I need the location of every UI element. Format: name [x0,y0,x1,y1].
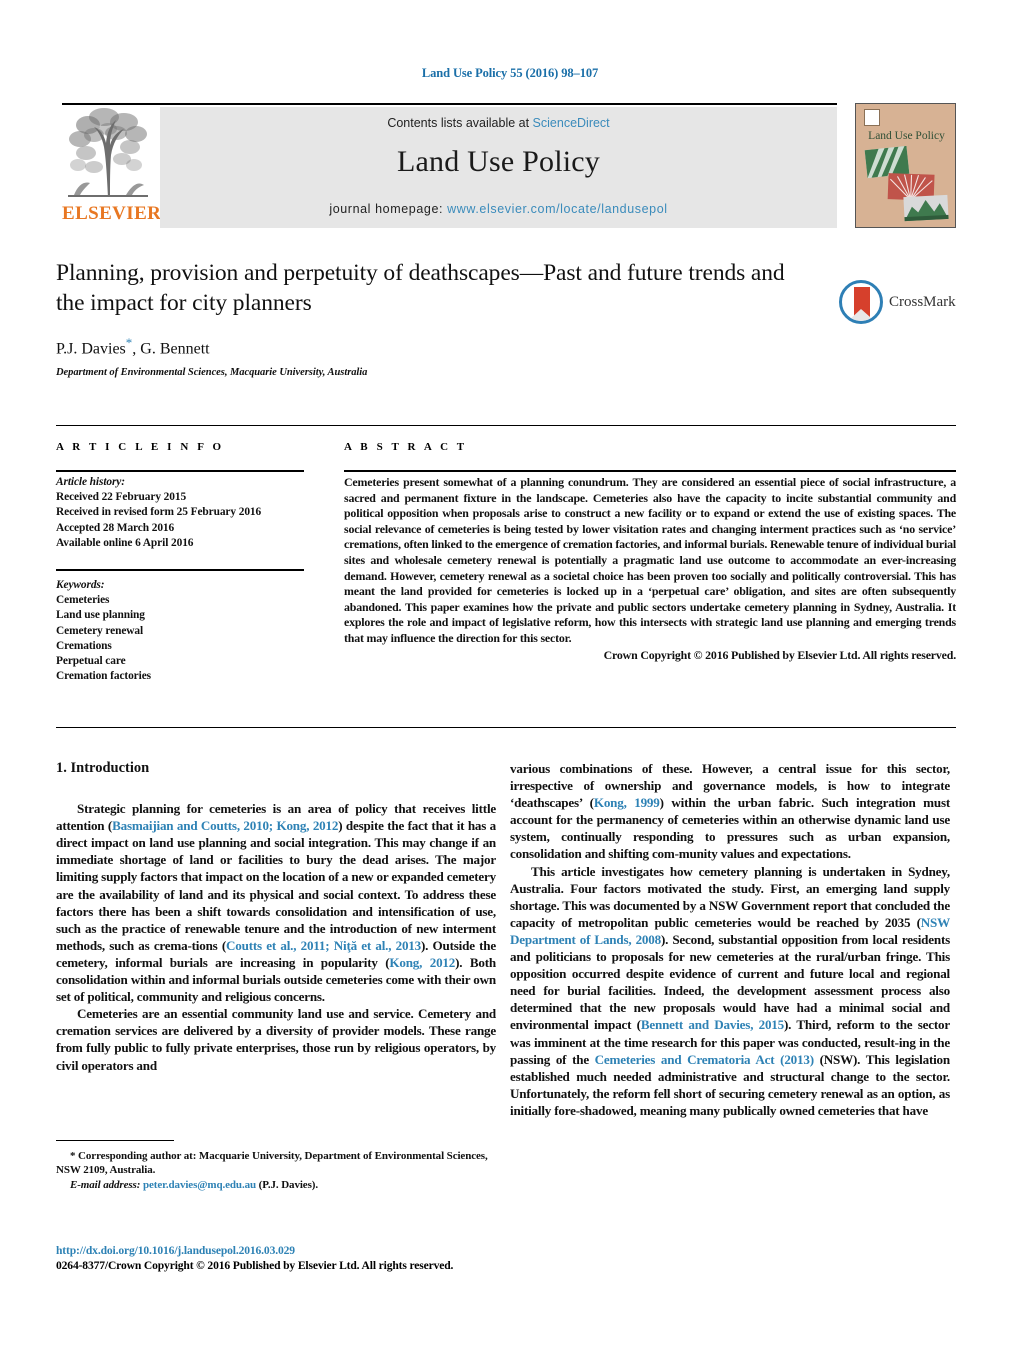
history-item: Received in revised form 25 February 201… [56,506,262,519]
body-column-left: 1. Introduction Strategic planning for c… [56,760,496,1074]
crossmark-badge[interactable]: CrossMark [839,280,957,330]
body-paragraph: Strategic planning for cemeteries is an … [56,800,496,1005]
keywords-label: Keywords: [56,579,105,592]
keyword-item: Land use planning [56,609,145,622]
citation-link[interactable]: Bennett and Davies, 2015 [641,1017,784,1032]
keyword-item: Cemetery renewal [56,624,144,637]
homepage-prefix: journal homepage: [329,202,448,216]
title-block: Planning, provision and perpetuity of de… [56,258,961,378]
keywords-rule [56,569,304,572]
citation-link[interactable]: Kong, 1999 [594,795,660,810]
article-history-label: Article history: [56,476,125,488]
history-item: Received 22 February 2015 [56,491,187,504]
crossmark-icon [839,280,883,324]
journal-masthead: ELSEVIER Contents lists available at Sci… [62,103,958,228]
section-heading-introduction: 1. Introduction [56,760,150,776]
body-paragraph: various combinations of these. However, … [510,760,950,863]
contents-prefix: Contents lists available at [387,116,533,130]
homepage-url-link[interactable]: www.elsevier.com/locate/landusepol [447,202,668,216]
homepage-line: journal homepage: www.elsevier.com/locat… [160,202,837,216]
citation-link[interactable]: Kong, 2012 [389,955,455,970]
history-item: Available online 6 April 2016 [56,536,194,549]
article-history-block: Article history: Received 22 February 20… [56,475,304,551]
paper-page: Land Use Policy 55 (2016) 98–107 ELSEVIE… [0,0,1020,1351]
article-info-heading: A R T I C L E I N F O [56,441,225,453]
author-list: P.J. Davies*, G. Bennett [56,335,961,358]
citation-link[interactable]: Basmaijian and Coutts, 2010; Kong, 2012 [112,818,338,833]
right-column-paragraphs: various combinations of these. However, … [510,760,950,1119]
article-info-section: A R T I C L E I N F O Article history: R… [56,441,304,684]
corresponding-author-text: * Corresponding author at: Macquarie Uni… [56,1150,488,1177]
abstract-heading: A B S T R A C T [344,441,468,453]
keyword-item: Cemeteries [56,594,110,607]
email-note: E-mail address: peter.davies@mq.edu.au (… [56,1178,496,1192]
doi-block: http://dx.doi.org/10.1016/j.landusepol.2… [56,1243,516,1274]
corresponding-author-note: * Corresponding author at: Macquarie Uni… [56,1149,496,1178]
keyword-item: Cremations [56,639,112,652]
left-column-paragraphs: Strategic planning for cemeteries is an … [56,800,496,1074]
crossmark-bookmark-shape [854,287,870,317]
author-secondary: , G. Bennett [132,340,210,358]
elsevier-tree-icon [64,107,152,203]
elsevier-logo-block: ELSEVIER [62,107,162,228]
issn-copyright-line: 0264-8377/Crown Copyright © 2016 Publish… [56,1259,454,1273]
contents-line: Contents lists available at ScienceDirec… [160,116,837,130]
masthead-top-rule [62,103,837,105]
email-suffix: (P.J. Davies). [256,1178,318,1191]
body-text: Cemeteries are an essential community la… [56,1006,496,1073]
running-head: Land Use Policy 55 (2016) 98–107 [421,66,599,80]
info-section-top-rule [56,425,956,426]
doi-link[interactable]: http://dx.doi.org/10.1016/j.landusepol.2… [56,1243,516,1258]
abstract-section: A B S T R A C T Cemeteries present somew… [344,441,956,663]
footnote-block: * Corresponding author at: Macquarie Uni… [56,1140,496,1192]
body-paragraph: This article investigates how cemetery p… [510,863,950,1119]
cover-artwork [864,146,949,222]
masthead-panel: Contents lists available at ScienceDirec… [160,107,837,228]
abstract-copyright: Crown Copyright © 2016 Published by Else… [603,647,957,662]
journal-title: Land Use Policy [397,145,600,178]
affiliation: Department of Environmental Sciences, Ma… [56,367,368,379]
citation-link[interactable]: Coutts et al., 2011; Niţă et al., 2013 [226,938,421,953]
abstract-text: Cemeteries present somewhat of a plannin… [344,475,956,645]
keyword-item: Perpetual care [56,655,126,668]
sciencedirect-link[interactable]: ScienceDirect [533,116,610,130]
journal-cover-thumbnail: Land Use Policy [855,103,956,228]
author-primary: P.J. Davies [56,340,126,358]
body-text: ) despite the fact that it has a direct … [56,818,496,953]
email-label: E-mail address: [70,1178,141,1191]
body-column-right: various combinations of these. However, … [510,760,950,1119]
email-link[interactable]: peter.davies@mq.edu.au [143,1179,256,1191]
keywords-block: Keywords: Cemeteries Land use planning C… [56,578,304,684]
body-paragraph: Cemeteries are an essential community la… [56,1005,496,1073]
crossmark-peak-shape [848,309,874,321]
cover-journal-title: Land Use Policy [868,130,945,142]
citation-link[interactable]: Cemeteries and Crematoria Act (2013) [595,1052,814,1067]
keyword-item: Cremation factories [56,670,151,683]
cover-elsevier-icon [864,109,880,126]
body-text: This article investigates how cemetery p… [510,863,950,930]
elsevier-wordmark: ELSEVIER [62,203,162,224]
footnote-rule [56,1140,174,1141]
crossmark-label: CrossMark [889,294,956,310]
history-item: Accepted 28 March 2016 [56,521,175,534]
page-title: Planning, provision and perpetuity of de… [56,260,785,316]
info-section-bottom-rule [56,727,956,728]
